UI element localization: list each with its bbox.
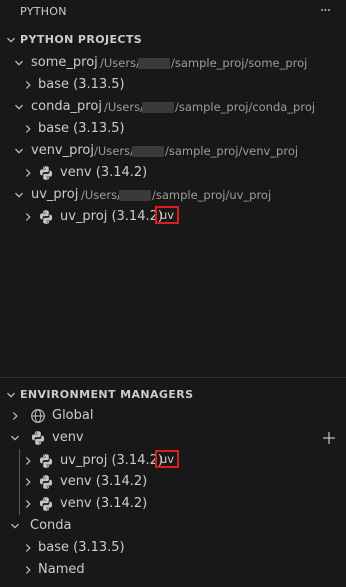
project-item-venv-proj[interactable]: venv_proj /Users/ /sample_proj/venv_proj xyxy=(0,140,346,162)
env-item-base[interactable]: base (3.13.5) xyxy=(0,118,346,140)
chevron-down-icon xyxy=(5,389,17,401)
python-icon xyxy=(38,165,54,181)
redacted-username xyxy=(132,146,164,157)
manager-label: venv xyxy=(52,430,84,445)
python-panel: PYTHON ··· PYTHON PROJECTS some_proj /Us… xyxy=(0,0,346,587)
project-item-uv-proj[interactable]: uv_proj /Users/ /sample_proj/uv_proj xyxy=(0,184,346,206)
project-name: conda_proj xyxy=(31,99,102,114)
redacted-username xyxy=(119,190,151,201)
chevron-right-icon xyxy=(22,564,34,576)
chevron-right-icon xyxy=(22,79,34,91)
section-divider xyxy=(0,377,346,378)
chevron-down-icon xyxy=(13,57,25,69)
python-icon xyxy=(38,209,54,225)
chevron-down-icon xyxy=(13,145,25,157)
chevron-right-icon xyxy=(22,211,34,223)
project-path-suffix: /sample_proj/uv_proj xyxy=(152,188,272,202)
env-group-named[interactable]: Named xyxy=(0,559,346,581)
view-title: PYTHON xyxy=(20,5,67,18)
chevron-down-icon xyxy=(9,432,21,444)
redacted-username xyxy=(138,58,170,69)
uv-badge: uv xyxy=(155,450,180,468)
chevron-right-icon xyxy=(22,167,34,179)
chevron-right-icon xyxy=(9,410,21,422)
project-path-prefix: /Users/ xyxy=(104,100,144,114)
manager-item-global[interactable]: Global xyxy=(0,405,346,427)
python-icon xyxy=(38,496,54,512)
env-label: venv (3.14.2) xyxy=(60,165,148,180)
project-path-prefix: /Users/ xyxy=(94,144,134,158)
chevron-right-icon xyxy=(22,455,34,467)
manager-item-conda[interactable]: Conda xyxy=(0,515,346,537)
env-item-base[interactable]: base (3.13.5) xyxy=(0,74,346,96)
project-item-conda-proj[interactable]: conda_proj /Users/ /sample_proj/conda_pr… xyxy=(0,96,346,118)
python-icon xyxy=(38,474,54,490)
env-label: uv_proj (3.14.2) xyxy=(60,209,163,224)
section-header-environment-managers[interactable]: ENVIRONMENT MANAGERS xyxy=(0,385,346,405)
chevron-right-icon xyxy=(22,542,34,554)
python-icon xyxy=(38,453,54,469)
env-label: base (3.13.5) xyxy=(38,77,125,92)
chevron-down-icon xyxy=(9,520,21,532)
env-label: venv (3.14.2) xyxy=(60,474,148,489)
env-item-venv[interactable]: venv (3.14.2) xyxy=(0,162,346,184)
env-item-uv-proj[interactable]: uv_proj (3.14.2) uv xyxy=(0,450,346,472)
project-path-prefix: /Users/ xyxy=(100,56,140,70)
section-header-python-projects[interactable]: PYTHON PROJECTS xyxy=(0,30,346,50)
python-icon xyxy=(30,430,46,446)
add-icon[interactable] xyxy=(321,430,337,446)
env-item-venv[interactable]: venv (3.14.2) xyxy=(0,471,346,493)
redacted-username xyxy=(142,102,174,113)
section-title: ENVIRONMENT MANAGERS xyxy=(20,388,194,401)
env-item-venv[interactable]: venv (3.14.2) xyxy=(0,493,346,515)
view-header: PYTHON ··· xyxy=(0,0,346,24)
uv-badge: uv xyxy=(155,206,180,224)
chevron-right-icon xyxy=(22,498,34,510)
env-label: uv_proj (3.14.2) xyxy=(60,453,163,468)
manager-label: Global xyxy=(52,408,94,423)
project-name: venv_proj xyxy=(31,143,95,158)
project-path-prefix: /Users/ xyxy=(81,188,121,202)
chevron-down-icon xyxy=(13,101,25,113)
project-path-suffix: /sample_proj/venv_proj xyxy=(165,144,299,158)
env-item-base[interactable]: base (3.13.5) xyxy=(0,537,346,559)
env-label: base (3.13.5) xyxy=(38,121,125,136)
project-item-some-proj[interactable]: some_proj /Users/ /sample_proj/some_proj xyxy=(0,52,346,74)
env-label: Named xyxy=(38,562,85,577)
manager-item-venv[interactable]: venv xyxy=(0,427,346,449)
section-title: PYTHON PROJECTS xyxy=(20,33,143,46)
globe-icon xyxy=(30,408,46,424)
project-path-suffix: /sample_proj/conda_proj xyxy=(175,100,316,114)
manager-label: Conda xyxy=(30,518,72,533)
chevron-down-icon xyxy=(13,189,25,201)
project-name: some_proj xyxy=(31,55,98,70)
env-label: base (3.13.5) xyxy=(38,540,125,555)
ellipsis-icon[interactable]: ··· xyxy=(318,2,332,20)
chevron-down-icon xyxy=(5,34,17,46)
project-name: uv_proj xyxy=(31,187,79,202)
project-path-suffix: /sample_proj/some_proj xyxy=(171,56,308,70)
chevron-right-icon xyxy=(22,476,34,488)
env-item-uv-proj[interactable]: uv_proj (3.14.2) uv xyxy=(0,206,346,228)
chevron-right-icon xyxy=(22,123,34,135)
env-label: venv (3.14.2) xyxy=(60,496,148,511)
